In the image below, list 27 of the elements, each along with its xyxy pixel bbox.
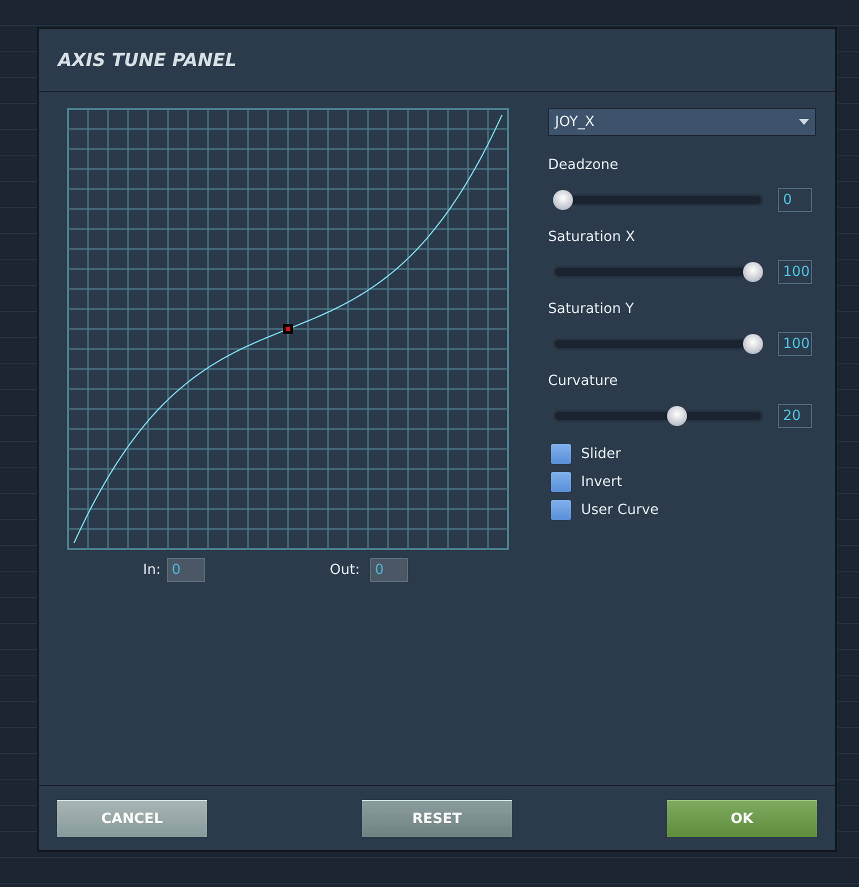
checkbox[interactable] xyxy=(551,500,571,520)
checkbox[interactable] xyxy=(551,444,571,464)
value-field[interactable]: 0 xyxy=(778,188,812,212)
caret-icon xyxy=(799,119,809,125)
in-label: In: xyxy=(143,562,161,578)
slider-thumb[interactable] xyxy=(667,406,687,426)
value-field[interactable]: 100 xyxy=(778,260,812,284)
reset-button[interactable]: RESET xyxy=(362,800,512,836)
checkbox-label: Invert xyxy=(581,474,622,490)
checkbox-label: User Curve xyxy=(581,502,659,518)
out-label: Out: xyxy=(330,562,360,578)
slider-label: Saturation X xyxy=(548,229,636,247)
in-field[interactable]: 0 xyxy=(166,558,205,582)
checkbox[interactable] xyxy=(551,472,571,492)
ok-button[interactable]: OK xyxy=(667,800,817,836)
slider-label: Deadzone xyxy=(548,157,620,175)
value-field[interactable]: 20 xyxy=(778,404,812,428)
window-title: AXIS TUNE PANEL xyxy=(58,50,237,70)
value-field[interactable]: 100 xyxy=(778,332,812,356)
slider-thumb[interactable] xyxy=(553,190,573,210)
slider-thumb[interactable] xyxy=(743,262,763,282)
slider-label: Curvature xyxy=(548,373,619,391)
slider-label: Saturation Y xyxy=(548,301,635,319)
out-field[interactable]: 0 xyxy=(370,558,408,582)
checkbox-label: Slider xyxy=(581,446,621,462)
slider-thumb[interactable] xyxy=(743,334,763,354)
axis-dropdown[interactable]: JOY_X xyxy=(548,108,816,136)
